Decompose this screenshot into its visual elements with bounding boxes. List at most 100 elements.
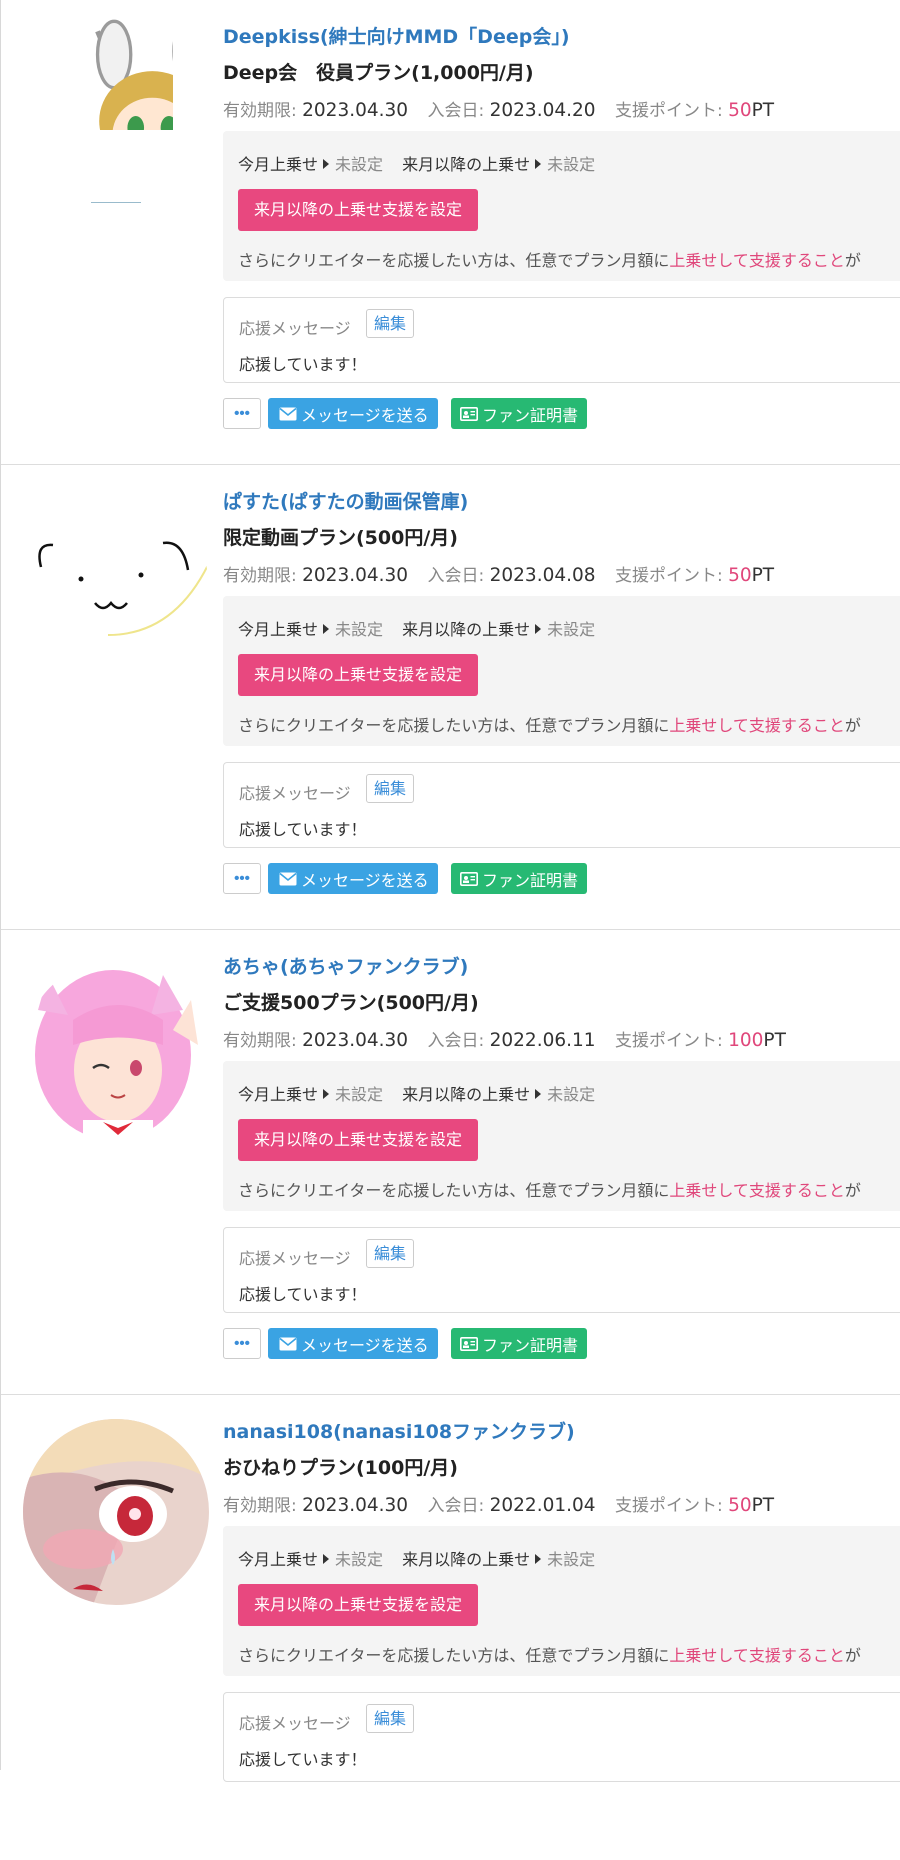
fan-certificate-label: ファン証明書 <box>482 1335 579 1355</box>
support-message-box: 応援メッセージ 編集 応援しています！ <box>223 297 900 383</box>
upsell-note-link[interactable]: 上乗せして支援すること <box>669 1181 845 1200</box>
send-message-button[interactable]: メッセージを送る <box>268 398 438 429</box>
id-card-icon <box>460 406 478 421</box>
support-message-label: 応援メッセージ <box>239 784 351 803</box>
this-month-upsell-value: 未設定 <box>335 620 384 639</box>
support-message-text: 応援しています！ <box>239 1285 367 1304</box>
dog-face-drawing-icon <box>23 495 209 681</box>
caret-right-icon <box>535 624 542 634</box>
set-upsell-button[interactable]: 来月以降の上乗せ支援を設定 <box>238 189 479 231</box>
join-date: 2022.01.04 <box>489 1495 596 1516</box>
join-date: 2023.04.20 <box>489 100 596 121</box>
send-message-label: メッセージを送る <box>301 870 429 890</box>
expiry-date: 2023.04.30 <box>302 1495 409 1516</box>
points-label: 支援ポイント: <box>614 1496 723 1516</box>
plan-name: 限定動画プラン(500円/月) <box>223 527 458 549</box>
expiry-label: 有効期限: <box>223 101 297 121</box>
next-month-upsell-value: 未設定 <box>547 155 596 174</box>
edit-message-button[interactable]: 編集 <box>366 1239 415 1268</box>
expiry-date: 2023.04.30 <box>302 1030 409 1051</box>
upsell-note-link[interactable]: 上乗せして支援すること <box>669 251 845 270</box>
more-options-button[interactable]: ••• <box>223 398 261 429</box>
support-message-label: 応援メッセージ <box>239 1714 351 1733</box>
expiry-date: 2023.04.30 <box>302 565 409 586</box>
set-upsell-button[interactable]: 来月以降の上乗せ支援を設定 <box>238 1119 479 1161</box>
creator-name-link[interactable]: あちゃ(あちゃファンクラブ) <box>223 952 468 979</box>
next-month-upsell-value: 未設定 <box>547 1085 596 1104</box>
caret-right-icon <box>323 624 330 634</box>
points-unit: PT <box>751 1495 775 1516</box>
this-month-upsell-label: 今月上乗せ <box>238 1550 319 1569</box>
upsell-note: さらにクリエイターを応援したい方は、任意でプラン月額に上乗せして支援することが <box>238 1642 861 1666</box>
fan-certificate-label: ファン証明書 <box>482 405 579 425</box>
support-entry: nanasi108(nanasi108ファンクラブ) おひねりプラン(100円/… <box>1 1395 900 1860</box>
more-options-button[interactable]: ••• <box>223 1328 261 1359</box>
join-date: 2023.04.08 <box>489 565 596 586</box>
creator-avatar[interactable] <box>23 1419 209 1605</box>
upsell-note: さらにクリエイターを応援したい方は、任意でプラン月額に上乗せして支援することが <box>238 247 861 271</box>
upsell-status: 今月上乗せ 未設定 来月以降の上乗せ 未設定 <box>238 1081 609 1105</box>
creator-name-link[interactable]: ぱすた(ぱすたの動画保管庫) <box>223 487 468 514</box>
support-plan-list: Deepkiss(紳士向けMMD「Deep会」) Deep会 役員プラン(1,0… <box>0 0 900 1782</box>
this-month-upsell-value: 未設定 <box>335 155 384 174</box>
points-value: 50 <box>728 565 752 586</box>
fan-certificate-button[interactable]: ファン証明書 <box>451 1328 588 1359</box>
plan-name: Deep会 役員プラン(1,000円/月) <box>223 62 534 84</box>
points-unit: PT <box>763 1030 786 1051</box>
upsell-note-link[interactable]: 上乗せして支援すること <box>669 716 845 735</box>
support-message-box: 応援メッセージ 編集 応援しています！ <box>223 1227 900 1313</box>
upsell-note-link[interactable]: 上乗せして支援すること <box>669 1646 845 1665</box>
send-message-button[interactable]: メッセージを送る <box>268 863 438 894</box>
caret-right-icon <box>323 1554 330 1564</box>
next-month-upsell-label: 来月以降の上乗せ <box>402 620 531 639</box>
creator-name-link[interactable]: Deepkiss(紳士向けMMD「Deep会」) <box>223 22 570 49</box>
creator-avatar[interactable] <box>61 18 173 130</box>
points-value: 100 <box>728 1030 764 1051</box>
creator-name-link[interactable]: nanasi108(nanasi108ファンクラブ) <box>223 1417 575 1444</box>
this-month-upsell-label: 今月上乗せ <box>238 155 319 174</box>
support-entry: あちゃ(あちゃファンクラブ) ご支援500プラン(500円/月) 有効期限: 2… <box>1 930 900 1395</box>
set-upsell-button[interactable]: 来月以降の上乗せ支援を設定 <box>238 654 479 696</box>
send-message-button[interactable]: メッセージを送る <box>268 1328 438 1359</box>
set-upsell-button[interactable]: 来月以降の上乗せ支援を設定 <box>238 1584 479 1626</box>
join-date: 2022.06.11 <box>489 1030 596 1051</box>
send-message-label: メッセージを送る <box>301 405 429 425</box>
upsell-note-text: さらにクリエイターを応援したい方は、任意でプラン月額に <box>238 1646 670 1665</box>
caret-right-icon <box>323 1089 330 1099</box>
creator-avatar[interactable] <box>23 495 209 681</box>
ellipsis-icon: ••• <box>234 869 250 887</box>
upsell-status: 今月上乗せ 未設定 来月以降の上乗せ 未設定 <box>238 616 609 640</box>
expiry-label: 有効期限: <box>223 1496 297 1516</box>
support-entry: Deepkiss(紳士向けMMD「Deep会」) Deep会 役員プラン(1,0… <box>1 0 900 465</box>
upsell-panel: 今月上乗せ 未設定 来月以降の上乗せ 未設定 来月以降の上乗せ支援を設定 さらにクリ… <box>223 131 900 281</box>
next-month-upsell-value: 未設定 <box>547 1550 596 1569</box>
expiry-label: 有効期限: <box>223 1031 297 1051</box>
upsell-note-text: さらにクリエイターを応援したい方は、任意でプラン月額に <box>238 1181 670 1200</box>
upsell-panel: 今月上乗せ 未設定 来月以降の上乗せ 未設定 来月以降の上乗せ支援を設定 さらにクリ… <box>223 1526 900 1676</box>
edit-message-button[interactable]: 編集 <box>366 309 415 338</box>
upsell-note-suffix: が <box>844 1181 861 1200</box>
more-options-button[interactable]: ••• <box>223 863 261 894</box>
creator-avatar[interactable] <box>23 960 209 1146</box>
support-message-text: 応援しています！ <box>239 355 367 374</box>
pink-hair-girl-icon <box>23 960 209 1146</box>
points-label: 支援ポイント: <box>614 1031 723 1051</box>
fan-certificate-button[interactable]: ファン証明書 <box>451 398 588 429</box>
edit-message-button[interactable]: 編集 <box>366 774 415 803</box>
ellipsis-icon: ••• <box>234 1334 250 1352</box>
this-month-upsell-value: 未設定 <box>335 1085 384 1104</box>
points-value: 50 <box>728 1495 752 1516</box>
upsell-note-text: さらにクリエイターを応援したい方は、任意でプラン月額に <box>238 716 670 735</box>
join-label: 入会日: <box>427 1496 485 1516</box>
join-label: 入会日: <box>427 101 485 121</box>
id-card-icon <box>460 871 478 886</box>
upsell-status: 今月上乗せ 未設定 来月以降の上乗せ 未設定 <box>238 151 609 175</box>
edit-message-button[interactable]: 編集 <box>366 1704 415 1733</box>
caret-right-icon <box>535 1089 542 1099</box>
support-entry: ぱすた(ぱすたの動画保管庫) 限定動画プラン(500円/月) 有効期限: 202… <box>1 465 900 930</box>
points-value: 50 <box>728 100 752 121</box>
caret-right-icon <box>535 1554 542 1564</box>
points-unit: PT <box>751 565 775 586</box>
plan-name: おひねりプラン(100円/月) <box>223 1457 458 1479</box>
fan-certificate-button[interactable]: ファン証明書 <box>451 863 588 894</box>
